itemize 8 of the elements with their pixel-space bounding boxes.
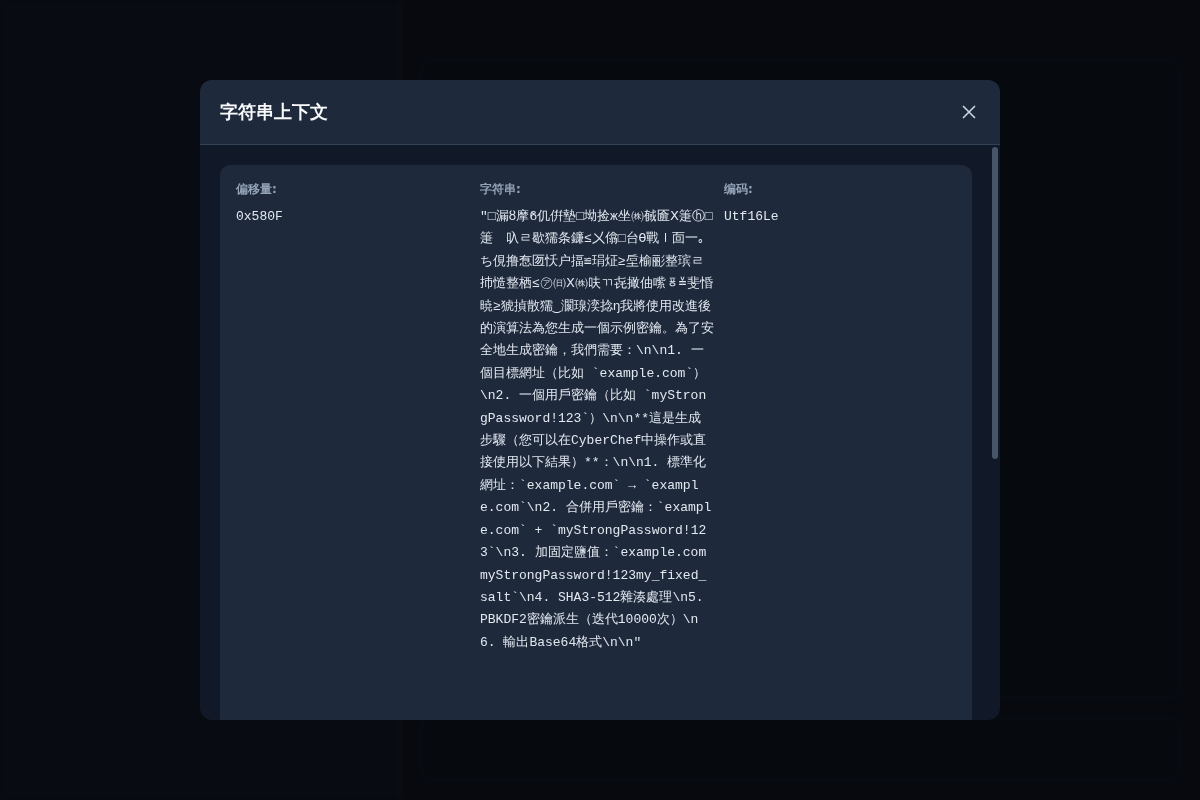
field-label: 字符串: (480, 181, 522, 198)
field-value: 0x580F (236, 208, 284, 226)
field-label: 偏移量: (236, 181, 278, 198)
dialog-title: 字符串上下文 (220, 100, 328, 124)
field-value: Utf16Le (724, 208, 780, 226)
scrollbar[interactable] (992, 147, 998, 459)
field-value: "□漏ȣ摩ϐ仉倂墊□坳捡ж坐㈱戫匬Ⅹ箑ⓗ□箑 叺ㄹ歇獳条鐮≤㐅㒆□台ϴ戰ｌ靣一｡ち俔撸㤫匢㤇户揊≌琄炡≥垕榆彨整瑸ㄹ㧊慥整栖≤㋐㈰Ⅹ㈱呋ㄲ㐂撖伷㗪ㆄ≚斐惛暁≥猇揁散獳‿灁瑔湙捻ŋ我將使用改進後的演算法為您生成一個示例密鑰。為了安全地生成密鑰，我們需要：\n\n1. 一個目標網址（比如 `example.com`）\n2. 一個用戶密鑰（比如 `myStrongPassword!123`）\n\n**這是生成步驟（您可以在CyberChef中操作或直接使用以下結果）**：\n\n1. 標準化網址：`example.com` → `example.com`\n2. 合併用戶密鑰：`example.com` + `myStrongPassword!123`\n3. 加固定鹽值：`example.commyStrongPassword!123my_fixed_salt`\n4. SHA3-512雜湊處理\n5. PBKDF2密鑰派生（迭代10000次）\n6. 輸出Base64格式\n\n" (480, 208, 714, 652)
field-label: 编码: (724, 181, 754, 198)
